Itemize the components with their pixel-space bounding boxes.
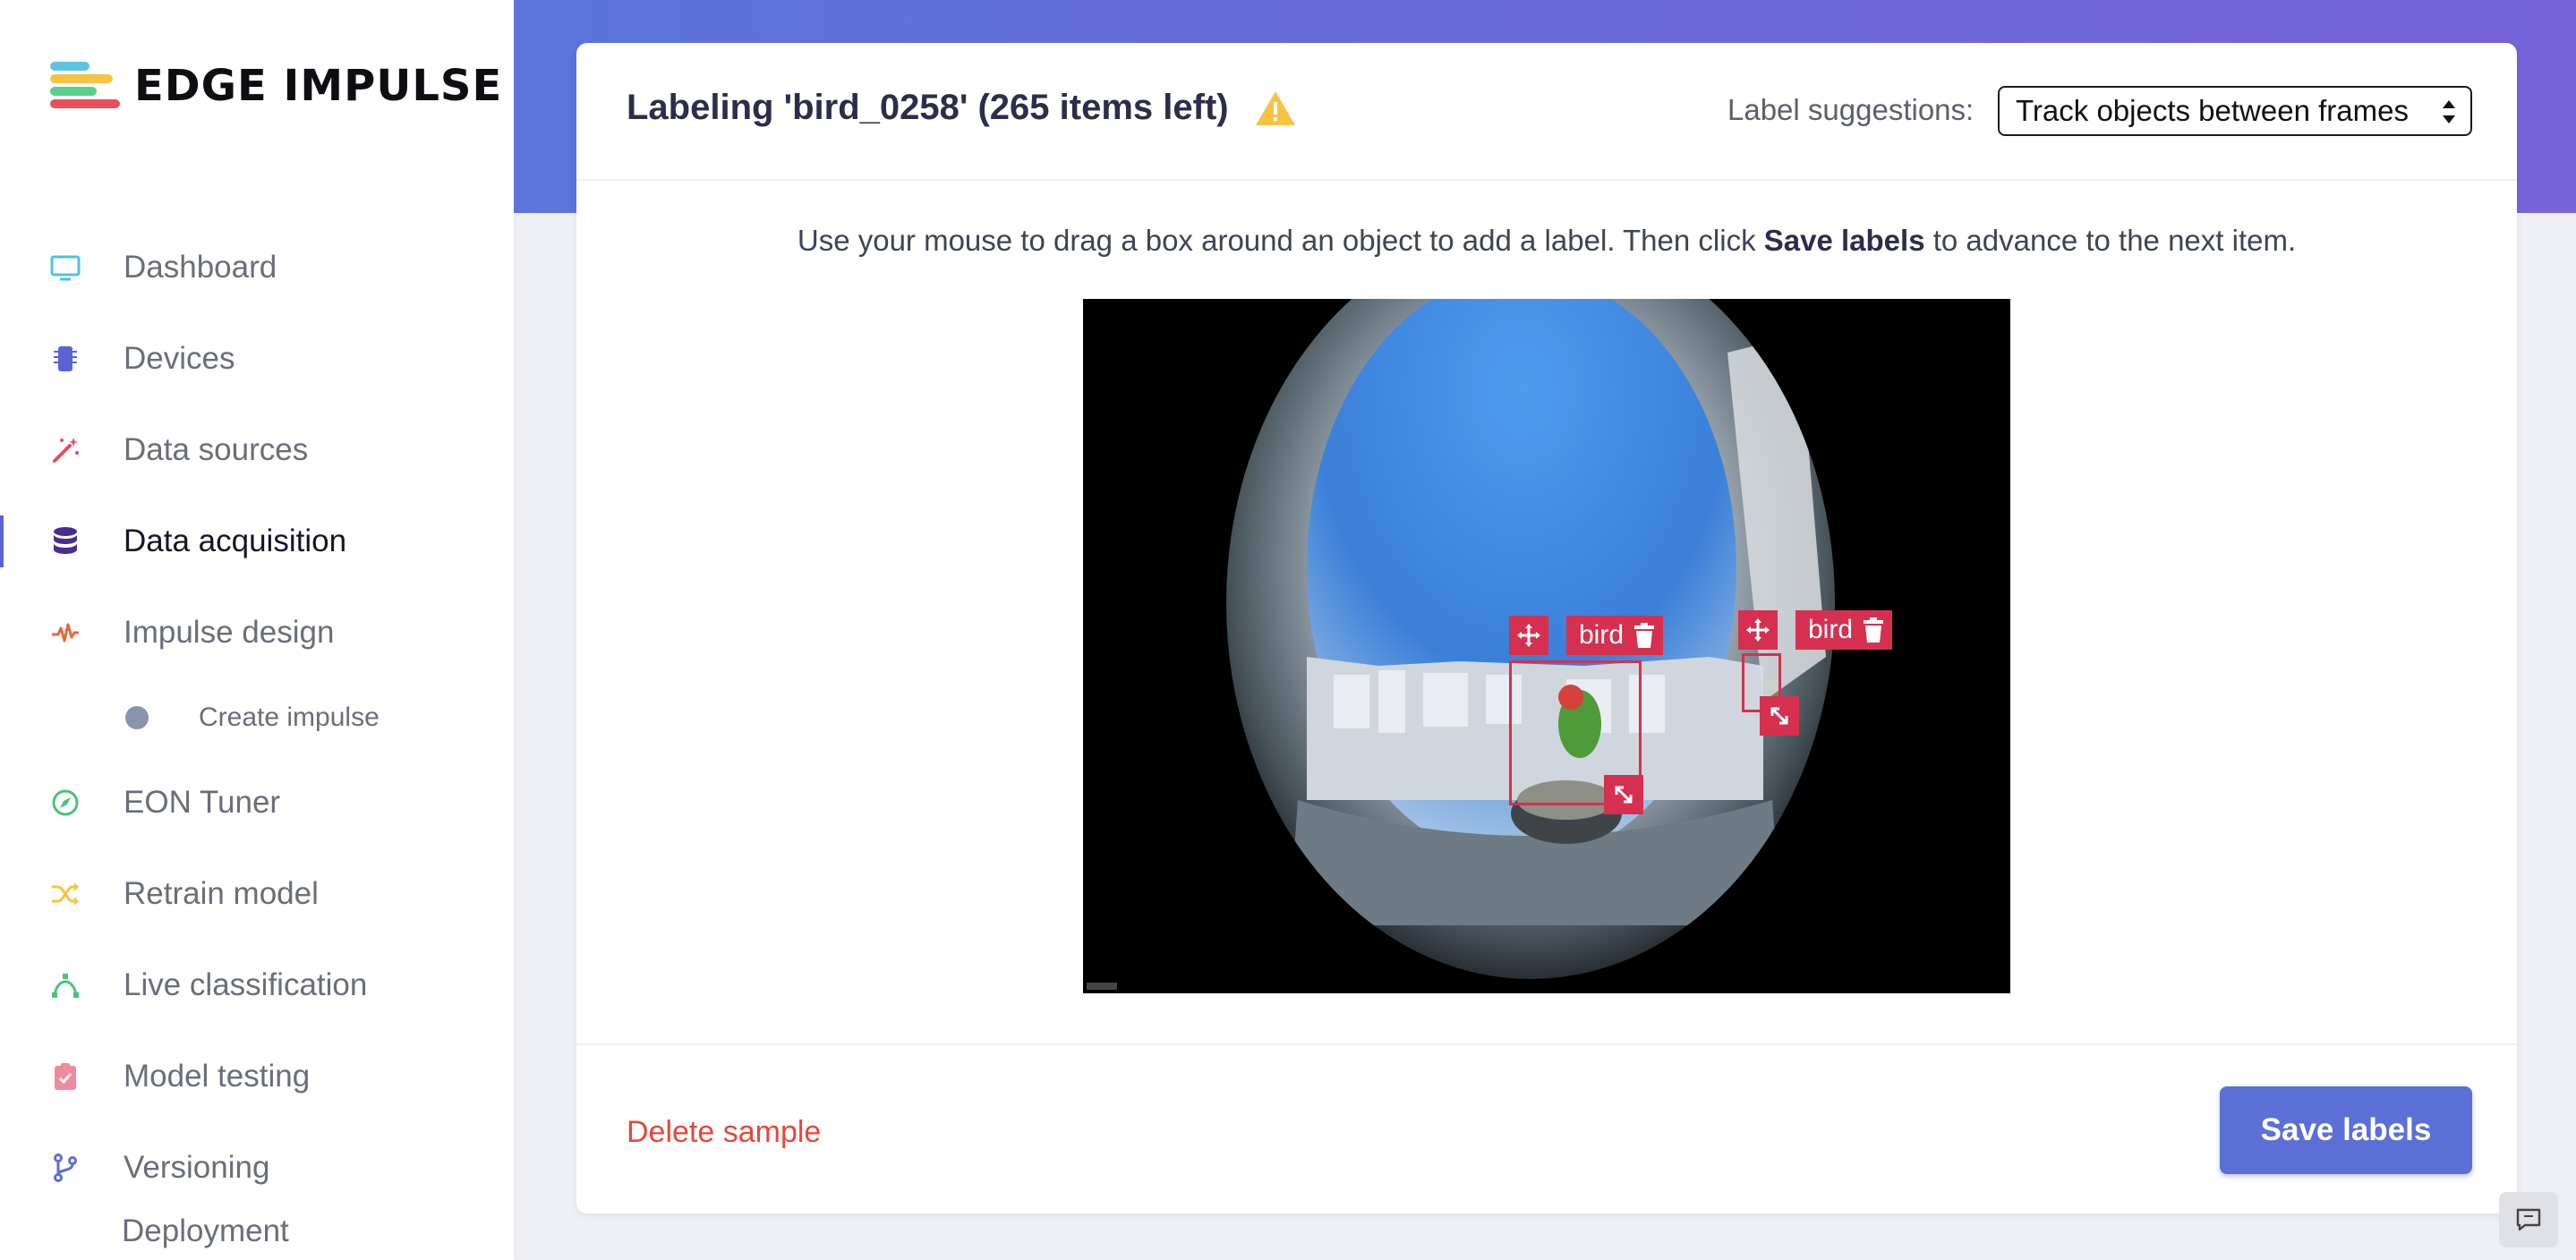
magic-wand-icon — [48, 433, 82, 467]
database-icon — [48, 524, 82, 558]
compass-icon — [48, 786, 82, 820]
instruction-text-end: to advance to the next item. — [1924, 224, 2297, 257]
sidebar-item-devices[interactable]: Devices — [0, 313, 514, 404]
labeling-card: Labeling 'bird_0258' (265 items left) La… — [576, 43, 2517, 1213]
bezier-icon — [48, 968, 82, 1002]
feedback-button[interactable] — [2499, 1192, 2558, 1247]
labeling-canvas[interactable]: bird bird — [1083, 299, 2010, 993]
sidebar-item-label: Data sources — [124, 432, 309, 467]
label-suggestions-select[interactable]: Track objects between frames — [1998, 86, 2472, 136]
sidebar-item-versioning[interactable]: Versioning — [0, 1122, 514, 1213]
sidebar-item-label: Versioning — [124, 1150, 270, 1185]
card-header: Labeling 'bird_0258' (265 items left) La… — [576, 43, 2517, 181]
resize-handle-icon[interactable] — [1760, 696, 1799, 736]
sidebar-item-label: Data acquisition — [124, 524, 347, 558]
sidebar-item-label: EON Tuner — [124, 785, 281, 820]
bounding-box-label[interactable]: bird — [1796, 610, 1893, 650]
edge-impulse-logo[interactable]: EDGE IMPULSE — [50, 59, 502, 113]
monitor-icon — [48, 251, 82, 285]
save-labels-button[interactable]: Save labels — [2220, 1086, 2472, 1174]
sidebar-item-eon-tuner[interactable]: EON Tuner — [0, 757, 514, 848]
sidebar-item-data-acquisition[interactable]: Data acquisition — [0, 496, 514, 587]
trash-icon[interactable] — [1633, 622, 1656, 649]
move-handle-icon[interactable] — [1738, 610, 1778, 650]
select-arrows-icon — [2443, 100, 2455, 123]
sidebar-item-dashboard[interactable]: Dashboard — [0, 222, 514, 313]
pulse-icon — [48, 616, 82, 650]
sidebar: EDGE IMPULSE Dashboard Devices Data sour… — [0, 0, 514, 1260]
bounding-box-label[interactable]: bird — [1566, 616, 1664, 655]
resize-handle-icon[interactable] — [1604, 775, 1643, 814]
sidebar-item-label: Devices — [124, 341, 235, 376]
label-suggestions-label: Label suggestions: — [1727, 93, 1975, 126]
warning-icon[interactable] — [1254, 89, 1297, 127]
sidebar-item-label: Impulse design — [124, 615, 335, 650]
sidebar-item-model-testing[interactable]: Model testing — [0, 1031, 514, 1122]
labeling-instruction: Use your mouse to drag a box around an o… — [576, 224, 2517, 258]
delete-sample-link[interactable]: Delete sample — [627, 1115, 821, 1150]
label-suggestions-value: Track objects between frames — [2016, 94, 2409, 127]
sidebar-item-data-sources[interactable]: Data sources — [0, 404, 514, 496]
brand-name: EDGE IMPULSE — [134, 61, 503, 111]
sidebar-item-label: Create impulse — [199, 702, 380, 732]
move-handle-icon[interactable] — [1509, 616, 1548, 655]
instruction-bold: Save labels — [1763, 224, 1925, 257]
bounding-box-label-text: bird — [1579, 620, 1625, 650]
shuffle-icon — [48, 877, 82, 911]
page-title-text: Labeling 'bird_0258' (265 items left) — [627, 88, 1229, 127]
trash-icon[interactable] — [1862, 617, 1885, 643]
sidebar-item-impulse-design[interactable]: Impulse design — [0, 587, 514, 678]
instruction-text: Use your mouse to drag a box around an o… — [797, 224, 1764, 257]
sidebar-item-live-classification[interactable]: Live classification — [0, 940, 514, 1031]
sidebar-item-label: Retrain model — [124, 876, 319, 911]
sidebar-nav: Dashboard Devices Data sources Data acqu… — [0, 222, 514, 1249]
page-title: Labeling 'bird_0258' (265 items left) — [627, 88, 1297, 128]
sidebar-item-label: Live classification — [124, 967, 368, 1002]
bounding-box-label-text: bird — [1808, 615, 1854, 644]
clipboard-check-icon — [48, 1060, 82, 1094]
chat-icon — [2516, 1208, 2541, 1231]
branch-icon — [48, 1151, 82, 1185]
sidebar-item-deployment[interactable]: Deployment — [0, 1213, 514, 1249]
sidebar-item-label: Deployment — [122, 1213, 289, 1248]
sidebar-item-label: Model testing — [124, 1059, 311, 1094]
sidebar-item-retrain-model[interactable]: Retrain model — [0, 848, 514, 940]
logo-mark-icon — [50, 60, 120, 112]
dot-icon — [125, 706, 149, 729]
chip-icon — [48, 342, 82, 376]
sidebar-subitem-create-impulse[interactable]: Create impulse — [0, 678, 514, 757]
sidebar-item-label: Dashboard — [124, 250, 277, 285]
card-footer: Delete sample Save labels — [576, 1043, 2517, 1213]
